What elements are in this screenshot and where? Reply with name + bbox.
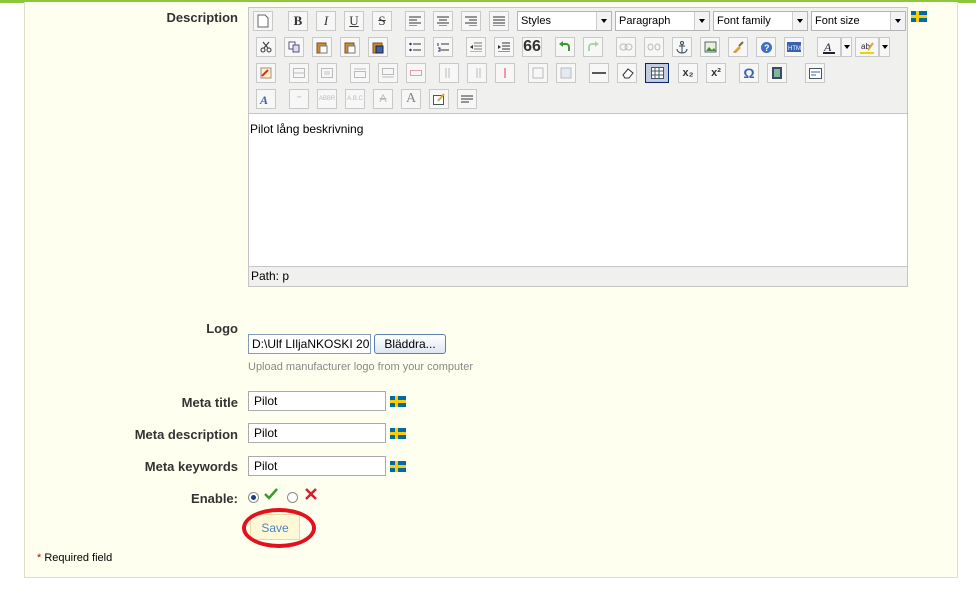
- editor-path-statusbar: Path: p: [251, 269, 290, 283]
- cleanup-icon[interactable]: [728, 37, 748, 57]
- chevron-down-icon: [596, 12, 611, 30]
- insert-col-before-icon[interactable]: [439, 63, 459, 83]
- subscript-button[interactable]: x₂: [678, 63, 698, 83]
- bullet-list-icon[interactable]: [405, 37, 425, 57]
- meta-title-label: Meta title: [181, 395, 238, 410]
- cross-icon: [305, 488, 317, 503]
- required-note-text: Required field: [44, 552, 113, 564]
- new-document-icon[interactable]: [253, 11, 273, 31]
- editor-content-text: Pilot lång beskrivning: [250, 122, 364, 136]
- italic-button[interactable]: I: [316, 11, 336, 31]
- styles-select[interactable]: Styles: [517, 11, 612, 31]
- redo-icon[interactable]: [583, 37, 603, 57]
- link-icon[interactable]: [616, 37, 636, 57]
- paste-word-icon[interactable]: [368, 37, 388, 57]
- logo-label: Logo: [206, 321, 238, 336]
- svg-text:?: ?: [764, 43, 770, 53]
- align-right-icon[interactable]: [461, 11, 481, 31]
- font-family-select[interactable]: Font family: [713, 11, 808, 31]
- horizontal-rule-icon[interactable]: [589, 63, 609, 83]
- copy-icon[interactable]: [284, 37, 304, 57]
- highlight-circle-annotation: [242, 508, 316, 548]
- undo-icon[interactable]: [555, 37, 575, 57]
- chevron-down-icon: [694, 12, 709, 30]
- meta-keywords-label: Meta keywords: [144, 459, 238, 474]
- cite-icon[interactable]: “”: [289, 89, 309, 109]
- svg-text:HTML: HTML: [788, 46, 801, 52]
- required-field-note: * Required field: [37, 552, 112, 564]
- help-icon[interactable]: ?: [756, 37, 776, 57]
- insert-image-icon[interactable]: [700, 37, 720, 57]
- insertion-icon[interactable]: A: [401, 89, 421, 109]
- swedish-flag-icon[interactable]: [390, 461, 406, 472]
- meta-description-input[interactable]: [248, 423, 386, 443]
- enable-label: Enable:: [191, 491, 238, 506]
- table-row-props-icon[interactable]: [289, 63, 309, 83]
- blockquote-button[interactable]: 66: [522, 37, 542, 57]
- swedish-flag-icon[interactable]: [390, 428, 406, 439]
- deletion-icon[interactable]: A: [373, 89, 393, 109]
- delete-row-icon[interactable]: [406, 63, 426, 83]
- delete-col-icon[interactable]: [495, 63, 515, 83]
- styleprops-icon[interactable]: A: [256, 89, 276, 109]
- cut-icon[interactable]: [256, 37, 276, 57]
- numbered-list-icon[interactable]: [433, 37, 453, 57]
- meta-keywords-input[interactable]: [248, 456, 386, 476]
- insert-row-after-icon[interactable]: [378, 63, 398, 83]
- split-cells-icon[interactable]: [528, 63, 548, 83]
- visual-chars-icon[interactable]: [457, 89, 477, 109]
- logo-file-input[interactable]: D:\Ulf LIljaNKOSKI 20: [248, 334, 371, 354]
- align-left-icon[interactable]: [405, 11, 425, 31]
- rich-text-editor: B I U S Styles Paragraph Font family Fon…: [248, 7, 908, 287]
- insert-media-icon[interactable]: [767, 63, 787, 83]
- merge-cells-icon[interactable]: [556, 63, 576, 83]
- chevron-down-icon: [890, 12, 905, 30]
- font-size-select[interactable]: Font size: [811, 11, 906, 31]
- swedish-flag-icon[interactable]: [390, 396, 406, 407]
- required-star: *: [37, 552, 42, 564]
- editor-content-area[interactable]: Pilot lång beskrivning: [249, 113, 907, 267]
- acronym-icon[interactable]: A.B.C: [345, 89, 365, 109]
- insert-col-after-icon[interactable]: [467, 63, 487, 83]
- chevron-down-icon[interactable]: [841, 37, 852, 57]
- enable-yes-radio[interactable]: [248, 492, 259, 503]
- chevron-down-icon[interactable]: [879, 37, 890, 57]
- description-label: Description: [166, 10, 238, 25]
- special-character-button[interactable]: Ω: [739, 63, 759, 83]
- spellcheck-icon[interactable]: [256, 63, 276, 83]
- check-icon: [264, 488, 278, 503]
- paragraph-select[interactable]: Paragraph: [615, 11, 710, 31]
- meta-description-label: Meta description: [134, 427, 238, 442]
- attributes-icon[interactable]: [429, 89, 449, 109]
- enable-no-radio[interactable]: [287, 492, 298, 503]
- html-source-icon[interactable]: HTML: [784, 37, 804, 57]
- insert-row-before-icon[interactable]: [350, 63, 370, 83]
- outdent-icon[interactable]: [466, 37, 486, 57]
- background-color-icon[interactable]: ab: [855, 37, 879, 57]
- template-icon[interactable]: [805, 63, 825, 83]
- insert-table-icon[interactable]: [645, 63, 669, 83]
- align-justify-icon[interactable]: [489, 11, 509, 31]
- chevron-down-icon: [792, 12, 807, 30]
- bold-button[interactable]: B: [288, 11, 308, 31]
- paste-text-icon[interactable]: [340, 37, 360, 57]
- indent-icon[interactable]: [494, 37, 514, 57]
- meta-title-input[interactable]: [248, 391, 386, 411]
- text-color-icon[interactable]: A: [817, 37, 841, 57]
- logo-hint: Upload manufacturer logo from your compu…: [248, 361, 473, 373]
- table-cell-props-icon[interactable]: [317, 63, 337, 83]
- paste-icon[interactable]: [312, 37, 332, 57]
- unlink-icon[interactable]: [644, 37, 664, 57]
- swedish-flag-icon[interactable]: [911, 11, 927, 22]
- browse-button[interactable]: Bläddra...: [374, 334, 446, 354]
- svg-text:A: A: [259, 93, 268, 106]
- superscript-button[interactable]: x²: [706, 63, 726, 83]
- abbreviation-icon[interactable]: ABBR: [317, 89, 337, 109]
- anchor-icon[interactable]: [672, 37, 692, 57]
- remove-format-icon[interactable]: [617, 63, 637, 83]
- align-center-icon[interactable]: [433, 11, 453, 31]
- underline-button[interactable]: U: [344, 11, 364, 31]
- strikethrough-button[interactable]: S: [372, 11, 392, 31]
